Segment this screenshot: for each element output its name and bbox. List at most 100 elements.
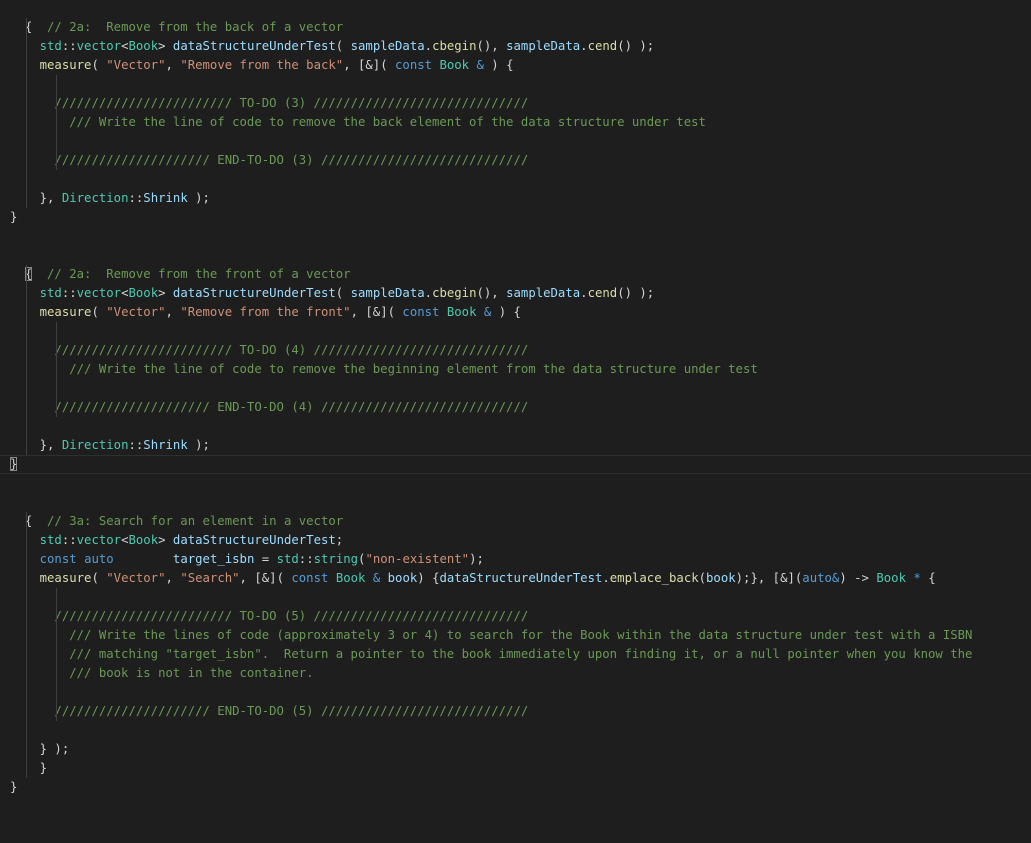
code-line[interactable]: ///////////////////// END-TO-DO (4) ////… bbox=[0, 398, 1031, 417]
code-line[interactable] bbox=[0, 588, 1031, 607]
code-token: book bbox=[706, 571, 736, 585]
code-line[interactable]: /// book is not in the container. bbox=[0, 664, 1031, 683]
code-token: );}, [&]( bbox=[735, 571, 803, 585]
code-line[interactable]: { // 2a: Remove from the back of a vecto… bbox=[0, 18, 1031, 37]
code-line[interactable]: std::vector<Book> dataStructureUnderTest… bbox=[0, 531, 1031, 550]
code-token: } ); bbox=[39, 742, 70, 756]
code-editor[interactable]: { // 2a: Remove from the back of a vecto… bbox=[0, 0, 1031, 843]
code-line[interactable]: /// Write the line of code to remove the… bbox=[0, 113, 1031, 132]
code-token: Book bbox=[439, 58, 470, 72]
code-line[interactable] bbox=[0, 322, 1031, 341]
code-token: vector bbox=[76, 533, 122, 547]
code-token: std bbox=[39, 533, 62, 547]
code-token: measure bbox=[39, 58, 92, 72]
code-line[interactable] bbox=[0, 493, 1031, 512]
indent-guide bbox=[26, 664, 27, 683]
code-line[interactable] bbox=[0, 132, 1031, 151]
code-line[interactable]: std::vector<Book> dataStructureUnderTest… bbox=[0, 284, 1031, 303]
code-token: ); bbox=[469, 552, 484, 566]
code-token: & bbox=[476, 58, 484, 72]
code-line[interactable]: ///////////////////// END-TO-DO (3) ////… bbox=[0, 151, 1031, 170]
code-line[interactable] bbox=[0, 379, 1031, 398]
code-line[interactable] bbox=[0, 721, 1031, 740]
code-line[interactable]: } bbox=[0, 778, 1031, 797]
code-token: "Vector" bbox=[106, 305, 166, 319]
indent-guide bbox=[26, 113, 27, 132]
indent-guide bbox=[56, 341, 57, 360]
code-token: auto bbox=[84, 552, 114, 566]
code-token: cbegin bbox=[432, 39, 477, 53]
indent-guide bbox=[26, 588, 27, 607]
code-token: () ); bbox=[617, 286, 655, 300]
code-token: "Vector" bbox=[106, 571, 166, 585]
code-token: ///////////////////// END-TO-DO (5) ////… bbox=[54, 704, 529, 718]
code-token: ( bbox=[91, 305, 107, 319]
code-token: Book bbox=[335, 571, 366, 585]
code-token: Shrink bbox=[143, 438, 188, 452]
code-token: > bbox=[158, 286, 173, 300]
code-lines[interactable]: { // 2a: Remove from the back of a vecto… bbox=[0, 18, 1031, 797]
indent-guide bbox=[26, 170, 27, 189]
code-line[interactable] bbox=[0, 170, 1031, 189]
indent-guide bbox=[26, 132, 27, 151]
indent-guide bbox=[26, 37, 27, 56]
indent-guide bbox=[26, 683, 27, 702]
code-line[interactable]: { // 3a: Search for an element in a vect… bbox=[0, 512, 1031, 531]
code-token: ///////////////////// END-TO-DO (4) ////… bbox=[54, 400, 529, 414]
code-line[interactable]: /// matching "target_isbn". Return a poi… bbox=[0, 645, 1031, 664]
code-line[interactable]: }, Direction::Shrink ); bbox=[0, 189, 1031, 208]
code-line[interactable]: } bbox=[0, 208, 1031, 227]
code-token: "Remove from the front" bbox=[180, 305, 351, 319]
code-line[interactable]: const auto target_isbn = std::string("no… bbox=[0, 550, 1031, 569]
code-token: . bbox=[580, 286, 588, 300]
code-token: Book bbox=[128, 286, 159, 300]
code-token: , [&]( bbox=[239, 571, 292, 585]
code-token: ( bbox=[698, 571, 707, 585]
code-line[interactable]: } bbox=[0, 759, 1031, 778]
code-line[interactable]: { // 2a: Remove from the front of a vect… bbox=[0, 265, 1031, 284]
indent-guide bbox=[26, 512, 27, 531]
code-line[interactable] bbox=[0, 474, 1031, 493]
code-token: "Remove from the back" bbox=[180, 58, 344, 72]
code-line[interactable]: measure( "Vector", "Remove from the back… bbox=[0, 56, 1031, 75]
code-token: ( bbox=[335, 286, 351, 300]
code-line[interactable]: //////////////////////// TO-DO (4) /////… bbox=[0, 341, 1031, 360]
code-line[interactable] bbox=[0, 417, 1031, 436]
code-line[interactable] bbox=[0, 75, 1031, 94]
indent-guide bbox=[26, 721, 27, 740]
code-line[interactable]: }, Direction::Shrink ); bbox=[0, 436, 1031, 455]
code-line[interactable] bbox=[0, 227, 1031, 246]
code-line[interactable]: } ); bbox=[0, 740, 1031, 759]
code-token: Book bbox=[876, 571, 906, 585]
code-line[interactable] bbox=[0, 683, 1031, 702]
code-line[interactable]: //////////////////////// TO-DO (5) /////… bbox=[0, 607, 1031, 626]
code-token: ; bbox=[335, 533, 344, 547]
code-token: const bbox=[39, 552, 77, 566]
code-line[interactable]: /// Write the line of code to remove the… bbox=[0, 360, 1031, 379]
code-line[interactable]: /// Write the lines of code (approximate… bbox=[0, 626, 1031, 645]
indent-guide bbox=[56, 94, 57, 113]
code-line[interactable]: //////////////////////// TO-DO (3) /////… bbox=[0, 94, 1031, 113]
indent-guide bbox=[26, 303, 27, 322]
code-line[interactable]: measure( "Vector", "Search", [&]( const … bbox=[0, 569, 1031, 588]
indent-guide bbox=[26, 151, 27, 170]
code-line[interactable] bbox=[0, 246, 1031, 265]
indent-guide bbox=[56, 702, 57, 721]
code-token: /// book is not in the container. bbox=[69, 666, 314, 680]
code-line[interactable]: std::vector<Book> dataStructureUnderTest… bbox=[0, 37, 1031, 56]
code-line[interactable]: measure( "Vector", "Remove from the fron… bbox=[0, 303, 1031, 322]
code-line[interactable]: } bbox=[0, 455, 1031, 474]
code-line[interactable]: ///////////////////// END-TO-DO (5) ////… bbox=[0, 702, 1031, 721]
code-token: , bbox=[165, 571, 181, 585]
